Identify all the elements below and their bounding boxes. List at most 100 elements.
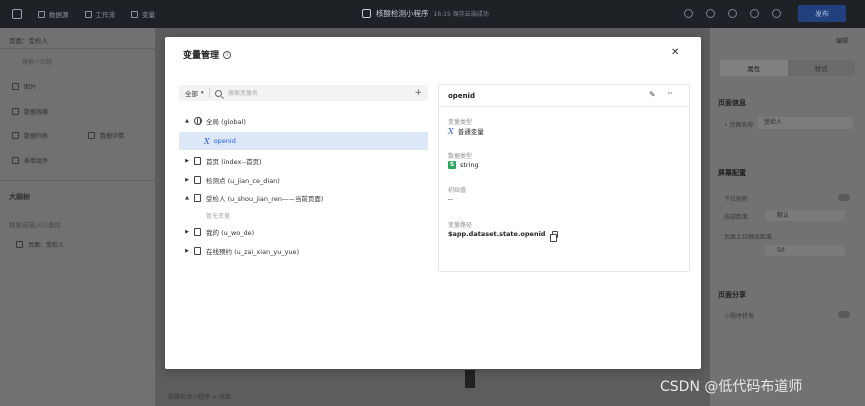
component-label: 图片 [24,84,37,91]
tab-label: 工作流 [95,11,116,19]
variable-manager-dialog: 变量管理 i ✕ 全部 ▾ + ▲ 全局 (global) X openid ▶… [165,37,701,369]
divider [209,88,210,98]
page-icon [194,157,201,165]
tab-label: 变量 [142,11,155,19]
section-page-config: 屏幕配置 [718,169,746,177]
data-type-text: string [460,161,479,169]
caret-right-icon[interactable]: ▶ [183,177,191,183]
reach-bottom-input[interactable]: 50 [765,245,845,256]
tab-workflow[interactable]: 工作流 [84,9,116,19]
image-icon [12,83,19,90]
outline-search[interactable]: 搜索或输入以查找 [9,219,61,229]
scope-filter-dropdown[interactable]: 全部 ▾ [179,88,209,98]
variable-name: openid [448,92,475,100]
workflow-icon [84,10,92,18]
caret-right-icon[interactable]: ▶ [183,229,191,235]
tree-node-zaixianyuyue[interactable]: ▶ 在线预约 (u_zai_xian_yu_yue) [179,242,428,260]
tree-node-global[interactable]: ▲ 全局 (global) [179,112,428,130]
var-type-value: X 普通变量 [448,126,484,137]
divider [0,48,155,49]
component-data-detail[interactable]: 数据详情 [88,131,124,140]
caret-right-icon[interactable]: ▶ [183,248,191,254]
save-status: 16:15 保存云端成功 [433,11,489,18]
settings-icon[interactable] [772,9,781,18]
watermark: CSDN @低代码布道师 [660,379,803,395]
caret-down-icon[interactable]: ▲ [183,118,191,124]
tree-node-label: 首页 (index--首页) [206,158,262,166]
toolbar-icons [684,9,781,18]
tab-style[interactable]: 样式 [788,60,856,76]
app-title-text: 核酸检测小程序 [376,9,429,18]
variable-icon: X [448,126,454,136]
tab-variables[interactable]: 变量 [131,9,155,19]
tree-node-openid[interactable]: X openid [179,132,428,150]
preview-icon[interactable] [728,9,737,18]
tab-datasource[interactable]: 数据源 [38,9,69,19]
logo-icon [12,9,22,19]
tree-node-label: openid [213,137,236,145]
data-type-label: 数据类型 [448,153,473,160]
tree-empty-hint: 暂无变量 [179,206,428,224]
detail-icon [88,132,95,139]
edit-label: 编辑 [836,38,849,45]
component-form[interactable]: 表单组件 [12,156,48,165]
container-icon [12,108,19,115]
string-type-icon: S [448,161,456,169]
page-name-input[interactable]: 受检人 [758,117,853,129]
tree-node-label: 全局 (global) [206,118,246,126]
variable-icon: X [204,136,210,146]
share-toggle[interactable] [838,311,850,318]
globe-icon [194,117,202,125]
info-icon[interactable] [706,9,715,18]
bottom-distance-select[interactable]: 默认 [765,210,845,221]
tree-node-label: 我的 (u_wo_de) [206,229,255,237]
tab-label: 数据源 [49,11,69,19]
breadcrumb: 核酸检测小程序 > 页面 [168,394,231,401]
app-icon [362,9,371,18]
component-group[interactable]: 数据容器 [12,107,48,116]
help-icon[interactable] [684,9,693,18]
tree-node-label: 检测点 (u_jian_ce_dian) [206,177,280,185]
play-icon[interactable] [750,9,759,18]
component-label: 数据列表 [24,133,49,140]
tree-node-label: 在线预约 (u_zai_xian_yu_yue) [206,248,300,256]
info-icon[interactable]: i [223,50,232,59]
path-value: $app.dataset.state.openid [448,230,559,242]
tree-node-wode[interactable]: ▶ 我的 (u_wo_de) [179,223,428,241]
copy-icon[interactable] [550,230,559,242]
form-icon [12,157,19,164]
more-icon[interactable]: ··· [667,89,673,98]
caret-right-icon[interactable]: ▶ [183,158,191,164]
edit-icon[interactable]: ✎ [649,91,657,99]
component-image[interactable]: 图片 [12,82,36,91]
section-page-info: 页面信息 [718,99,746,107]
dialog-title-text: 变量管理 [183,51,220,61]
outline-root[interactable]: 页面：受检人 [16,240,64,249]
component-label: 数据容器 [24,109,49,116]
bottom-distance-label: 底部距离 [724,214,749,221]
component-data-list[interactable]: 数据列表 [12,131,48,140]
divider [0,180,155,181]
close-icon[interactable]: ✕ [671,47,679,58]
tree-node-shoujianren[interactable]: ▲ 受检人 (u_shou_jian_ren——当前页面) [179,189,428,207]
function-icon [131,10,138,18]
page-selector[interactable]: 页面：受检人 [9,35,48,45]
property-tabs: 属性 样式 [720,60,855,76]
tree-node-index[interactable]: ▶ 首页 (index--首页) [179,152,428,170]
pull-refresh-label: 下拉刷新 [724,196,749,203]
component-label: 数据详情 [100,133,125,140]
publish-button[interactable]: 发布 [798,5,846,22]
page-icon [16,241,23,248]
component-search[interactable]: 搜索一切组 [22,57,150,67]
tree-node-jiancedian[interactable]: ▶ 检测点 (u_jian_ce_dian) [179,171,428,189]
caret-down-icon[interactable]: ▲ [183,195,191,201]
variable-search-input[interactable] [228,89,398,97]
tab-property[interactable]: 属性 [720,60,788,76]
pull-refresh-toggle[interactable] [838,194,850,201]
add-variable-icon[interactable]: + [414,88,422,98]
var-type-text: 普通变量 [457,128,484,136]
detail-header: openid ✎ ··· [439,85,689,107]
initial-value-label: 初始值 [448,187,467,194]
scope-filter-label: 全部 [185,90,198,98]
initial-value: -- [448,195,453,203]
